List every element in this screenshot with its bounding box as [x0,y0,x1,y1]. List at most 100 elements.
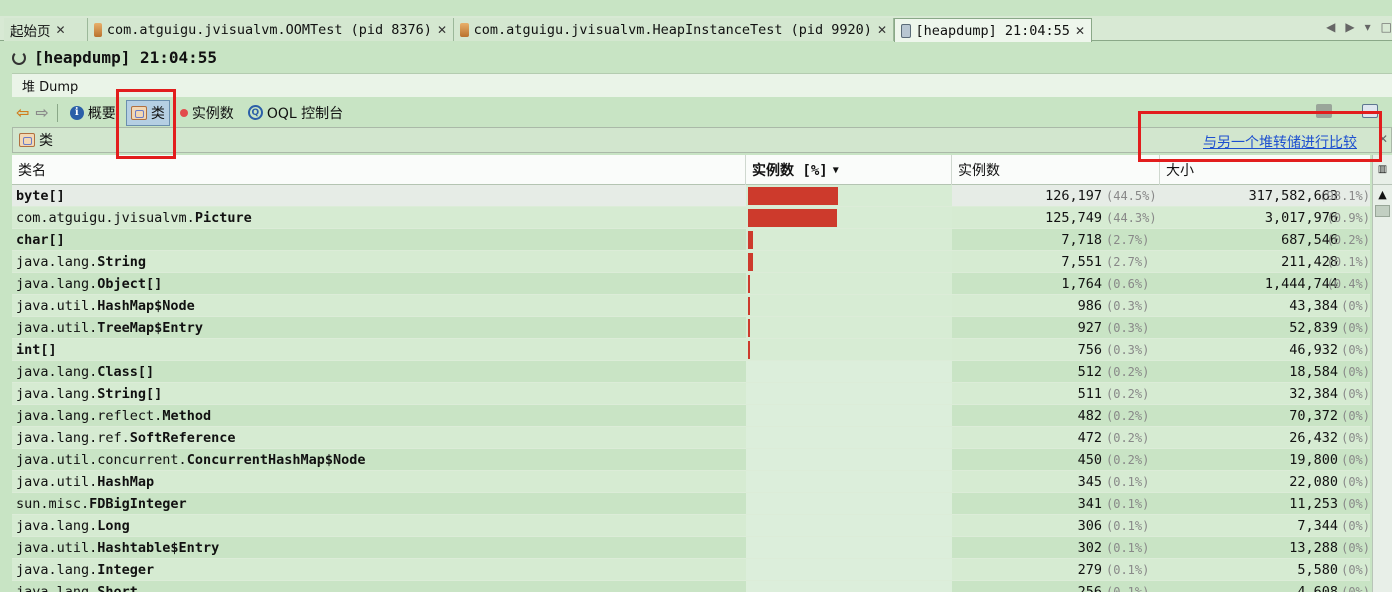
instance-count-cell: 512 [1077,364,1102,380]
instance-pct-text: (0.1%) [1106,541,1150,555]
column-header-class-name[interactable]: 类名 [12,155,746,185]
instances-pct-cell [746,207,952,228]
oql-icon: Q [247,105,263,120]
scrollbar-thumb[interactable] [1375,205,1390,217]
size-cell: 3,017,976 [1264,210,1338,226]
heap-dump-subheader: 堆 Dump [12,73,1392,97]
instance-count-cell: 7,551 [1061,254,1102,270]
size-cell: 5,580 [1297,562,1338,578]
instance-count-cell: 482 [1077,408,1102,424]
close-icon[interactable]: ✕ [1378,132,1388,146]
tab-heapdump[interactable]: [heapdump] 21:04:55 ✕ [894,18,1092,42]
table-row[interactable]: java.lang.reflect. Method 482 (0.2%) 70,372(… [12,405,1370,427]
instance-count-cell: 126,197 [1045,188,1102,204]
size-pct-text: (0%) [1341,497,1370,511]
class-simple-name: Class[] [97,364,155,380]
maximize-icon[interactable]: □ [1381,20,1392,34]
size-cell: 43,384 [1289,298,1338,314]
table-row[interactable]: sun.misc. FDBigInteger 341 (0.1%) 11,253 (0%) [12,493,1370,515]
table-row[interactable]: java.lang.ref. SoftReference 472 (0.2%) 26,4… [12,427,1370,449]
table-row[interactable]: java.lang. Short 256 (0.1%) 4,608 (0%) [12,581,1370,592]
tab-list-icon[interactable]: ▾ [1365,20,1371,34]
table-row[interactable]: java.util.concurrent. ConcurrentHashMap$N… [12,449,1370,471]
package-name: sun.misc. [16,496,90,512]
detach-window-icon[interactable] [1362,104,1378,118]
class-simple-name: Hashtable$Entry [97,540,220,556]
column-chooser-icon[interactable]: ▥ [1373,155,1392,185]
scroll-right-icon[interactable]: ▶ [1345,20,1354,34]
instance-count-cell: 125,749 [1045,210,1102,226]
instances-pct-bar [748,340,750,359]
table-row[interactable]: com.atguigu.jvisualvm. Picture 125,749 (44.… [12,207,1370,229]
table-row[interactable]: java.lang. String 7,551 (2.7%) 211,428 (0.1%) [12,251,1370,273]
scroll-up-icon[interactable]: ▲ [1373,185,1392,203]
tab-oomtest[interactable]: com.atguigu.jvisualvm.OOMTest (pid 8376)… [88,18,454,41]
size-cell: 26,432 [1289,430,1338,446]
table-row[interactable]: java.lang. Class[] 512 (0.2%) 18,584 (0%) [12,361,1370,383]
table-row[interactable]: java.util. Hashtable$Entry 302 (0.1%) 13,288… [12,537,1370,559]
table-row[interactable]: java.lang. Object[] 1,764 (0.6%) 1,444,744 (0… [12,273,1370,295]
table-row[interactable]: byte[] 126,197 (44.5%) 317,582,663 (98.1%) [12,185,1370,207]
instances-label: 实例数 [191,105,234,122]
instance-count-cell: 7,718 [1061,232,1102,248]
package-name: java.util.concurrent. [16,452,187,468]
back-arrow-icon[interactable]: ⇦ [16,103,29,122]
table-row[interactable]: java.lang. String[] 511 (0.2%) 32,384 (0%) [12,383,1370,405]
class-simple-name: Long [97,518,130,534]
class-name-cell: byte[] [16,185,744,207]
tab-heapinstancetest[interactable]: com.atguigu.jvisualvm.HeapInstanceTest (… [454,18,894,41]
instances-button[interactable]: 实例数 [176,101,238,125]
forward-arrow-icon[interactable]: ⇨ [35,103,48,122]
instance-pct-text: (2.7%) [1106,255,1150,269]
column-header-instances[interactable]: 实例数 [952,155,1160,185]
package-name: java.lang. [16,276,98,292]
size-cell: 52,839 [1289,320,1338,336]
table-row[interactable]: char[] 7,718 (2.7%) 687,546 (0.2%) [12,229,1370,251]
size-pct-text: (0%) [1341,409,1370,423]
class-name-cell: java.util.concurrent. ConcurrentHashMap$N… [16,449,744,471]
tab-start-page[interactable]: 起始页 ✕ [4,18,88,41]
close-icon[interactable]: ✕ [437,23,447,37]
summary-button[interactable]: i 概要 [66,101,120,125]
class-simple-name: Method [162,408,212,424]
tab-navigation: ◀ ▶ ▾ □ [1326,20,1392,34]
instance-count-cell: 306 [1077,518,1102,534]
instance-count-cell: 1,764 [1061,276,1102,292]
close-icon[interactable]: ✕ [56,23,66,37]
package-name: java.util. [16,474,98,490]
column-header-size[interactable]: 大小 [1160,155,1370,185]
oql-console-button[interactable]: Q OQL 控制台 [244,101,347,125]
scroll-left-icon[interactable]: ◀ [1326,20,1335,34]
table-row[interactable]: java.util. HashMap$Node 986 (0.3%) 43,384 (0%… [12,295,1370,317]
instances-pct-cell [746,361,952,382]
page-title: [heapdump] 21:04:55 [12,48,217,67]
class-simple-name: ConcurrentHashMap$Node [186,452,366,468]
instance-pct-text: (0.2%) [1106,365,1150,379]
package-name: java.lang. [16,518,98,534]
info-icon: i [69,105,84,120]
size-cell: 19,800 [1289,452,1338,468]
close-icon[interactable]: ✕ [1075,24,1085,38]
class-name-cell: int[] [16,339,744,361]
classes-icon [19,133,35,147]
class-name-cell: java.lang.ref. SoftReference [16,427,744,449]
classes-button[interactable]: 类 [125,99,170,126]
table-row[interactable]: java.lang. Long 306 (0.1%) 7,344 (0%) [12,515,1370,537]
instance-count-cell: 756 [1077,342,1102,358]
close-icon[interactable]: ✕ [877,23,887,37]
table-row[interactable]: int[] 756 (0.3%) 46,932 (0%) [12,339,1370,361]
class-simple-name: int[] [16,342,57,358]
compare-heap-dump-link[interactable]: 与另一个堆转储进行比较 [1203,132,1357,152]
java-cup-icon [94,22,102,37]
size-pct-text: (0%) [1341,343,1370,357]
save-icon[interactable] [1316,104,1332,118]
table-row[interactable]: java.lang. Integer 279 (0.1%) 5,580 (0%) [12,559,1370,581]
page-title-text: [heapdump] 21:04:55 [34,48,218,67]
vertical-scrollbar[interactable]: ▥ ▲ [1372,155,1392,592]
column-header-instances-pct[interactable]: 实例数 [%] ▼ [746,155,952,185]
visualvm-window: 起始页 ✕ com.atguigu.jvisualvm.OOMTest (pid… [0,0,1392,592]
table-row[interactable]: java.util. TreeMap$Entry 927 (0.3%) 52,839 (0… [12,317,1370,339]
size-pct-text: (0%) [1341,299,1370,313]
table-row[interactable]: java.util. HashMap 345 (0.1%) 22,080 (0%) [12,471,1370,493]
instances-pct-cell [746,537,952,558]
